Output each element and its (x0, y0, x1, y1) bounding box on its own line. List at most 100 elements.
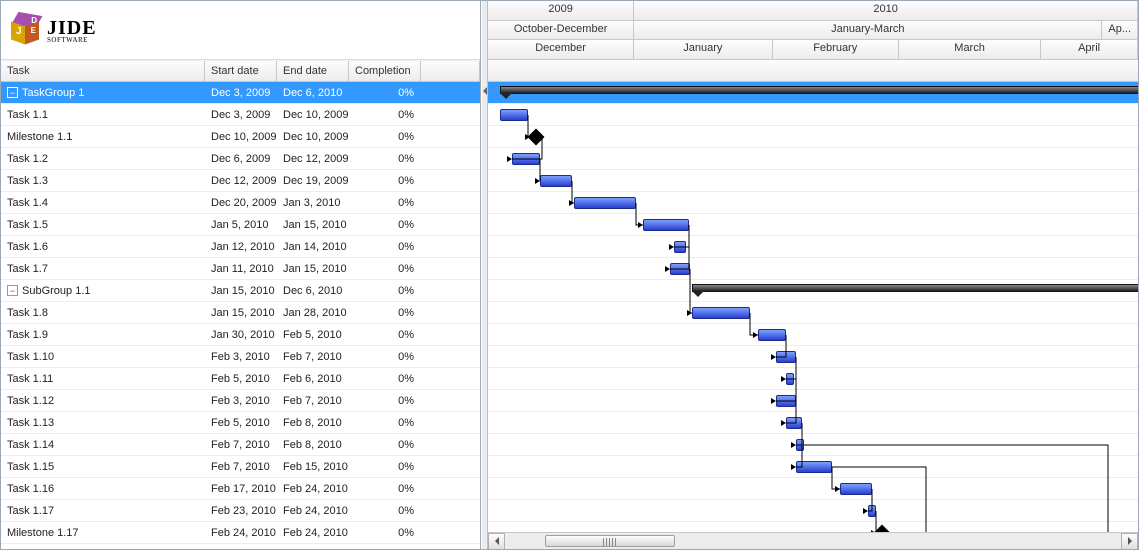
col-start-date[interactable]: Start date (205, 61, 277, 81)
col-end-date[interactable]: End date (277, 61, 349, 81)
timeline-header[interactable]: 20092010October-DecemberJanuary-MarchAp.… (488, 1, 1138, 60)
gantt-row[interactable] (488, 126, 1138, 148)
table-row[interactable]: Task 1.10Feb 3, 2010Feb 7, 20100% (1, 346, 480, 368)
years[interactable]: 2009 (488, 1, 634, 20)
task-bar[interactable] (512, 153, 540, 165)
table-row[interactable]: Task 1.14Feb 7, 2010Feb 8, 20100% (1, 434, 480, 456)
months[interactable]: January (634, 40, 772, 59)
gantt-row[interactable] (488, 478, 1138, 500)
end-date: Feb 8, 2010 (277, 412, 349, 433)
gantt-row[interactable] (488, 82, 1138, 104)
gantt-row[interactable] (488, 258, 1138, 280)
end-date: Jan 3, 2010 (277, 192, 349, 213)
years[interactable]: 2010 (634, 1, 1138, 20)
task-bar[interactable] (500, 109, 528, 121)
table-row[interactable]: Task 1.17Feb 23, 2010Feb 24, 20100% (1, 500, 480, 522)
start-date: Dec 3, 2009 (205, 104, 277, 125)
task-bar[interactable] (776, 395, 796, 407)
task-name: Task 1.7 (7, 258, 48, 279)
table-body[interactable]: −TaskGroup 1Dec 3, 2009Dec 6, 20100%Task… (1, 82, 480, 549)
gantt-row[interactable] (488, 148, 1138, 170)
collapse-toggle[interactable]: − (7, 285, 18, 296)
group-bar[interactable] (500, 86, 1138, 94)
completion: 0% (349, 324, 421, 345)
splitter[interactable] (481, 1, 488, 549)
col-completion[interactable]: Completion (349, 61, 421, 81)
scroll-track[interactable] (505, 533, 1121, 550)
gantt-row[interactable] (488, 214, 1138, 236)
table-row[interactable]: Task 1.12Feb 3, 2010Feb 7, 20100% (1, 390, 480, 412)
table-row[interactable]: Task 1.3Dec 12, 2009Dec 19, 20090% (1, 170, 480, 192)
table-row[interactable]: Task 1.16Feb 17, 2010Feb 24, 20100% (1, 478, 480, 500)
gantt-row[interactable] (488, 192, 1138, 214)
completion: 0% (349, 170, 421, 191)
months[interactable]: December (488, 40, 634, 59)
gantt-chart[interactable] (488, 82, 1138, 549)
table-row[interactable]: Task 1.15Feb 7, 2010Feb 15, 20100% (1, 456, 480, 478)
gantt-row[interactable] (488, 280, 1138, 302)
table-row[interactable]: Milestone 1.17Feb 24, 2010Feb 24, 20100% (1, 522, 480, 544)
table-row[interactable]: Task 1.8Jan 15, 2010Jan 28, 20100% (1, 302, 480, 324)
gantt-row[interactable] (488, 346, 1138, 368)
gantt-row[interactable] (488, 170, 1138, 192)
months[interactable]: April (1041, 40, 1138, 59)
quarters[interactable]: Ap... (1102, 21, 1138, 40)
gantt-row[interactable] (488, 412, 1138, 434)
table-row[interactable]: −TaskGroup 1Dec 3, 2009Dec 6, 20100% (1, 82, 480, 104)
collapse-toggle[interactable]: − (7, 87, 18, 98)
table-row[interactable]: Task 1.13Feb 5, 2010Feb 8, 20100% (1, 412, 480, 434)
task-name: Task 1.13 (7, 412, 54, 433)
end-date: Feb 8, 2010 (277, 434, 349, 455)
task-bar[interactable] (758, 329, 786, 341)
table-row[interactable]: Task 1.5Jan 5, 2010Jan 15, 20100% (1, 214, 480, 236)
horizontal-scrollbar[interactable] (488, 532, 1138, 549)
task-bar[interactable] (786, 373, 794, 385)
group-bar[interactable] (692, 284, 1138, 292)
task-bar[interactable] (692, 307, 750, 319)
task-bar[interactable] (540, 175, 572, 187)
col-task[interactable]: Task (1, 61, 205, 81)
table-row[interactable]: Task 1.18Feb 24, 2010Mar 1, 20100% (1, 544, 480, 549)
scroll-left-button[interactable] (488, 533, 505, 550)
end-date: Feb 24, 2010 (277, 478, 349, 499)
task-bar[interactable] (786, 417, 802, 429)
task-bar[interactable] (674, 241, 686, 253)
gantt-row[interactable] (488, 324, 1138, 346)
task-bar[interactable] (796, 439, 804, 451)
table-row[interactable]: −SubGroup 1.1Jan 15, 2010Dec 6, 20100% (1, 280, 480, 302)
milestone-diamond-icon[interactable] (528, 129, 545, 146)
quarters[interactable]: October-December (488, 21, 634, 40)
gantt-row[interactable] (488, 302, 1138, 324)
months[interactable]: February (773, 40, 899, 59)
table-row[interactable]: Task 1.1Dec 3, 2009Dec 10, 20090% (1, 104, 480, 126)
scroll-thumb[interactable] (545, 535, 675, 547)
task-bar[interactable] (796, 461, 832, 473)
gantt-row[interactable] (488, 236, 1138, 258)
task-bar[interactable] (868, 505, 876, 517)
splitter-collapse-icon[interactable] (483, 87, 487, 95)
gantt-row[interactable] (488, 434, 1138, 456)
quarters[interactable]: January-March (634, 21, 1102, 40)
table-row[interactable]: Task 1.11Feb 5, 2010Feb 6, 20100% (1, 368, 480, 390)
months[interactable]: March (899, 40, 1041, 59)
task-bar[interactable] (643, 219, 689, 231)
table-row[interactable]: Task 1.6Jan 12, 2010Jan 14, 20100% (1, 236, 480, 258)
task-bar[interactable] (574, 197, 636, 209)
gantt-row[interactable] (488, 500, 1138, 522)
table-row[interactable]: Task 1.2Dec 6, 2009Dec 12, 20090% (1, 148, 480, 170)
task-bar[interactable] (776, 351, 796, 363)
table-row[interactable]: Milestone 1.1Dec 10, 2009Dec 10, 20090% (1, 126, 480, 148)
table-header[interactable]: Task Start date End date Completion (1, 60, 480, 82)
scroll-right-button[interactable] (1121, 533, 1138, 550)
table-row[interactable]: Task 1.9Jan 30, 2010Feb 5, 20100% (1, 324, 480, 346)
end-date: Dec 6, 2010 (277, 280, 349, 301)
start-date: Feb 7, 2010 (205, 456, 277, 477)
gantt-row[interactable] (488, 390, 1138, 412)
table-row[interactable]: Task 1.4Dec 20, 2009Jan 3, 20100% (1, 192, 480, 214)
task-bar[interactable] (670, 263, 690, 275)
table-row[interactable]: Task 1.7Jan 11, 2010Jan 15, 20100% (1, 258, 480, 280)
gantt-row[interactable] (488, 104, 1138, 126)
task-bar[interactable] (840, 483, 872, 495)
gantt-row[interactable] (488, 456, 1138, 478)
gantt-row[interactable] (488, 368, 1138, 390)
